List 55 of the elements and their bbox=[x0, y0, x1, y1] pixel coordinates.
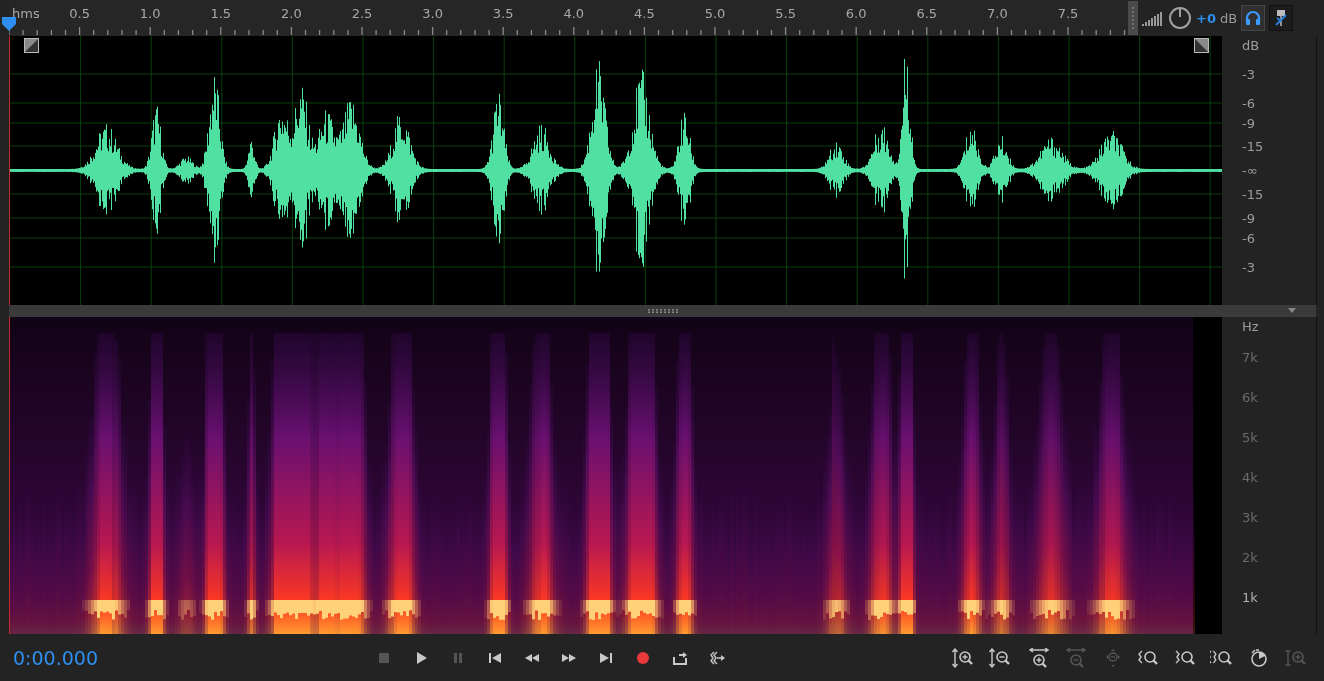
zoom-reset-amplitude-icon bbox=[1283, 647, 1308, 668]
amplitude-label: -15 bbox=[1242, 138, 1264, 154]
frequency-label: 7k bbox=[1242, 349, 1258, 365]
time-label: 5.5 bbox=[775, 6, 796, 21]
frequency-label: 1k bbox=[1242, 589, 1258, 605]
headphones-icon bbox=[1245, 10, 1262, 26]
time-label: 2.0 bbox=[281, 6, 302, 21]
frequency-label: 4k bbox=[1242, 469, 1258, 485]
frequency-label: 6k bbox=[1242, 389, 1258, 405]
time-label: 2.5 bbox=[351, 6, 373, 21]
amplitude-label: -6 bbox=[1242, 95, 1255, 111]
frequency-label: 2k bbox=[1242, 549, 1258, 565]
time-label: 6.0 bbox=[845, 6, 867, 21]
panel-grip[interactable] bbox=[1128, 1, 1138, 35]
time-label: 3.0 bbox=[422, 6, 443, 21]
time-label: 4.5 bbox=[634, 6, 655, 21]
amplitude-label: -3 bbox=[1242, 66, 1255, 82]
amplitude-label: -3 bbox=[1242, 259, 1255, 275]
fade-out-handle-icon[interactable] bbox=[1194, 38, 1209, 53]
amplitude-label: -9 bbox=[1242, 210, 1255, 226]
time-unit-label: hms bbox=[12, 6, 40, 21]
caret-icon[interactable] bbox=[1288, 308, 1296, 313]
zoom-out-amplitude-icon bbox=[987, 647, 1012, 668]
amplitude-unit-label: dB bbox=[1242, 37, 1260, 53]
volume-knob-icon[interactable] bbox=[1168, 6, 1192, 30]
time-display: 0:00.000 bbox=[13, 646, 99, 669]
time-label: 0.5 bbox=[69, 6, 90, 21]
pin-toggle[interactable] bbox=[1269, 5, 1294, 31]
fade-in-handle-icon[interactable] bbox=[24, 38, 39, 53]
dotted-line-icon bbox=[1132, 7, 1134, 29]
frequency-unit-label: Hz bbox=[1242, 318, 1259, 334]
time-label: 6.5 bbox=[916, 6, 938, 21]
resize-grip-icon[interactable] bbox=[647, 309, 678, 313]
record-icon bbox=[635, 649, 651, 666]
time-label: 1.0 bbox=[139, 6, 161, 21]
time-label: 3.5 bbox=[492, 6, 514, 21]
amplitude-label: -9 bbox=[1242, 115, 1255, 131]
loop-icon bbox=[672, 649, 688, 666]
playhead-marker[interactable] bbox=[2, 17, 16, 31]
time-label: 7.0 bbox=[987, 6, 1008, 21]
time-label: 1.5 bbox=[210, 6, 232, 21]
time-label: 5.0 bbox=[704, 6, 726, 21]
pin-icon bbox=[1274, 9, 1289, 27]
frequency-label: 5k bbox=[1242, 429, 1258, 445]
volume-reading: +0 dB bbox=[1196, 10, 1238, 26]
time-label: 4.0 bbox=[563, 6, 585, 21]
amplitude-label: -∞ bbox=[1242, 162, 1258, 178]
amplitude-label: -15 bbox=[1242, 186, 1264, 202]
amplitude-label: -6 bbox=[1242, 230, 1255, 246]
headphones-toggle[interactable] bbox=[1241, 5, 1266, 31]
time-label: 7.5 bbox=[1057, 6, 1079, 21]
signal-level-icon bbox=[1142, 10, 1164, 26]
frequency-label: 3k bbox=[1242, 509, 1258, 525]
skip-selection-icon bbox=[709, 649, 725, 666]
zoom-in-amplitude-icon bbox=[950, 647, 975, 668]
